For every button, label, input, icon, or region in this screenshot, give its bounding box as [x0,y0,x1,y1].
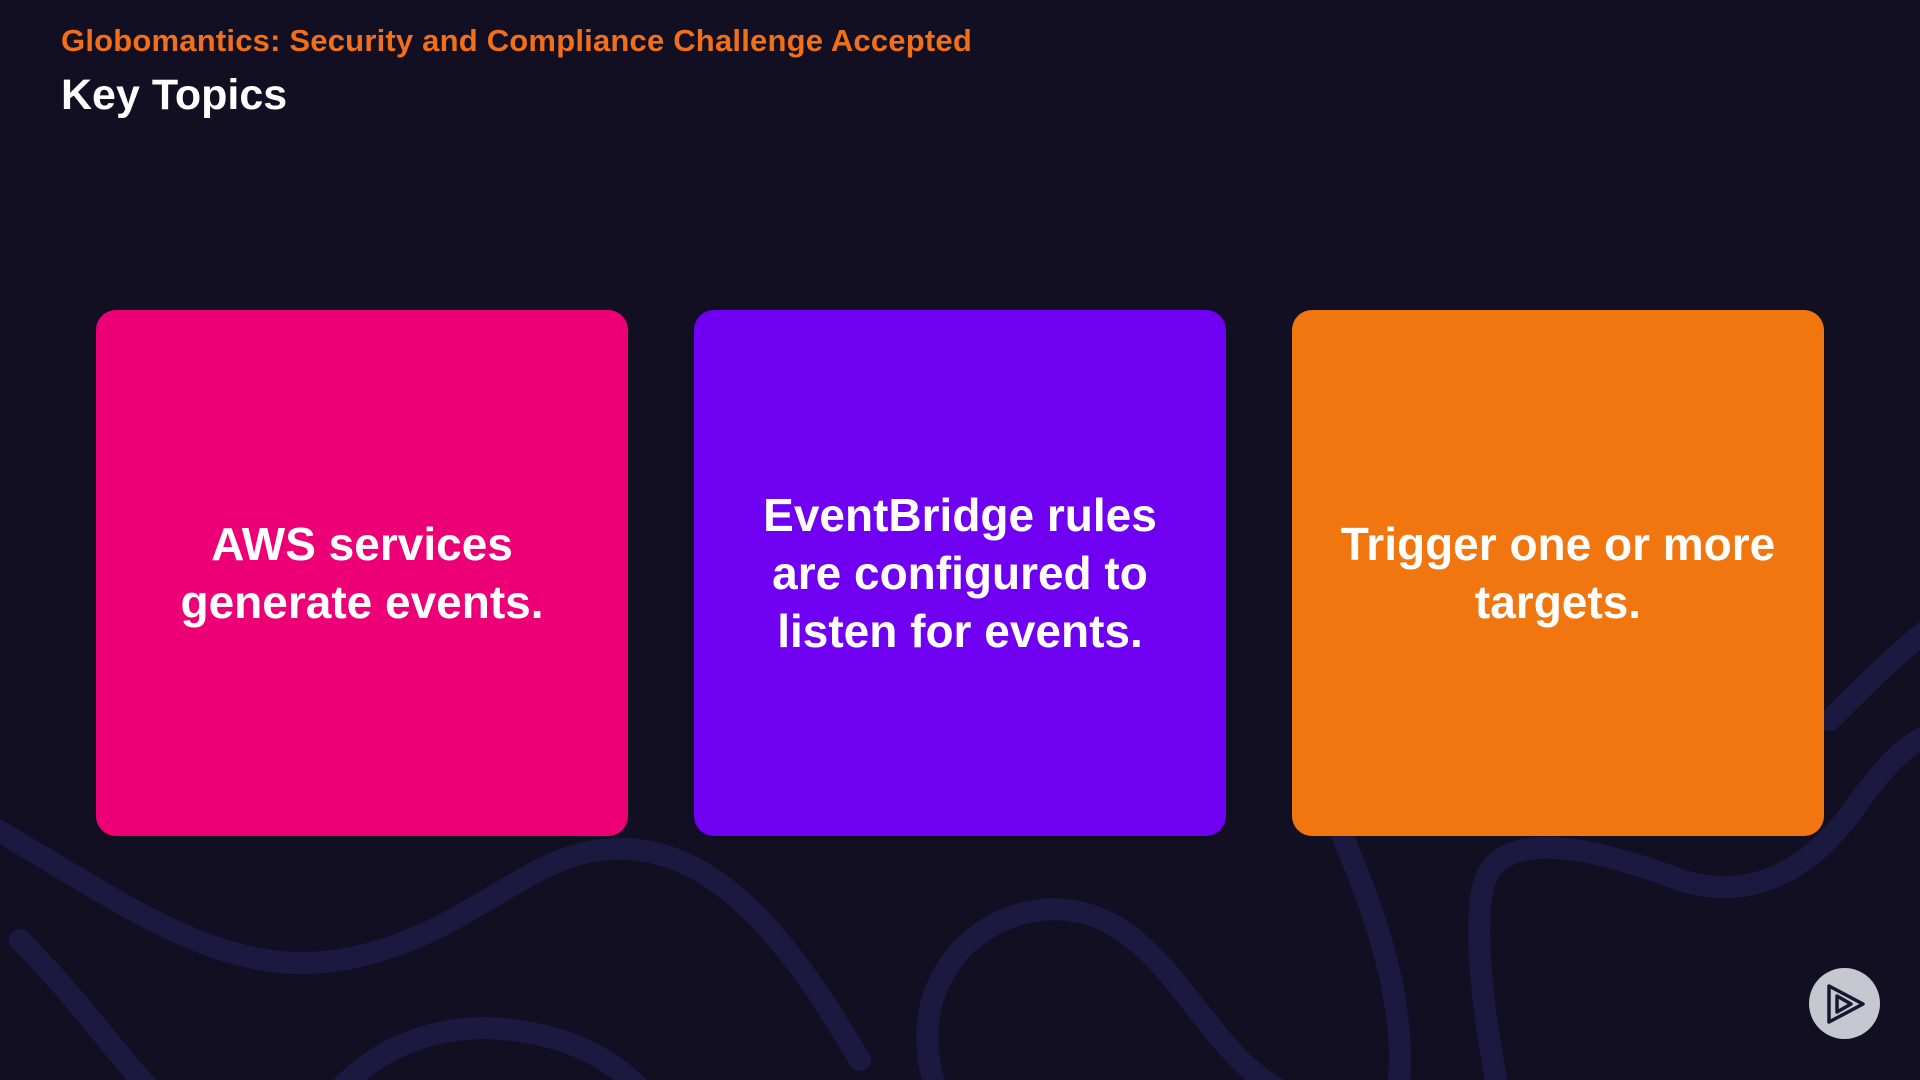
course-subtitle: Globomantics: Security and Compliance Ch… [61,23,972,58]
pluralsight-play-button[interactable] [1809,968,1880,1039]
topic-card-text: Trigger one or more targets. [1340,518,1776,628]
topic-card-text: AWS services generate events. [180,518,544,628]
topic-cards: AWS services generate events. EventBridg… [96,310,1824,836]
slide-header: Globomantics: Security and Compliance Ch… [61,20,972,124]
page-title: Key Topics [61,71,288,119]
topic-card-text: EventBridge rules are configured to list… [763,489,1157,657]
topic-card-trigger-targets: Trigger one or more targets. [1292,310,1824,836]
pluralsight-play-icon [1826,983,1865,1024]
topic-card-eventbridge-rules: EventBridge rules are configured to list… [694,310,1226,836]
topic-card-aws-services: AWS services generate events. [96,310,628,836]
